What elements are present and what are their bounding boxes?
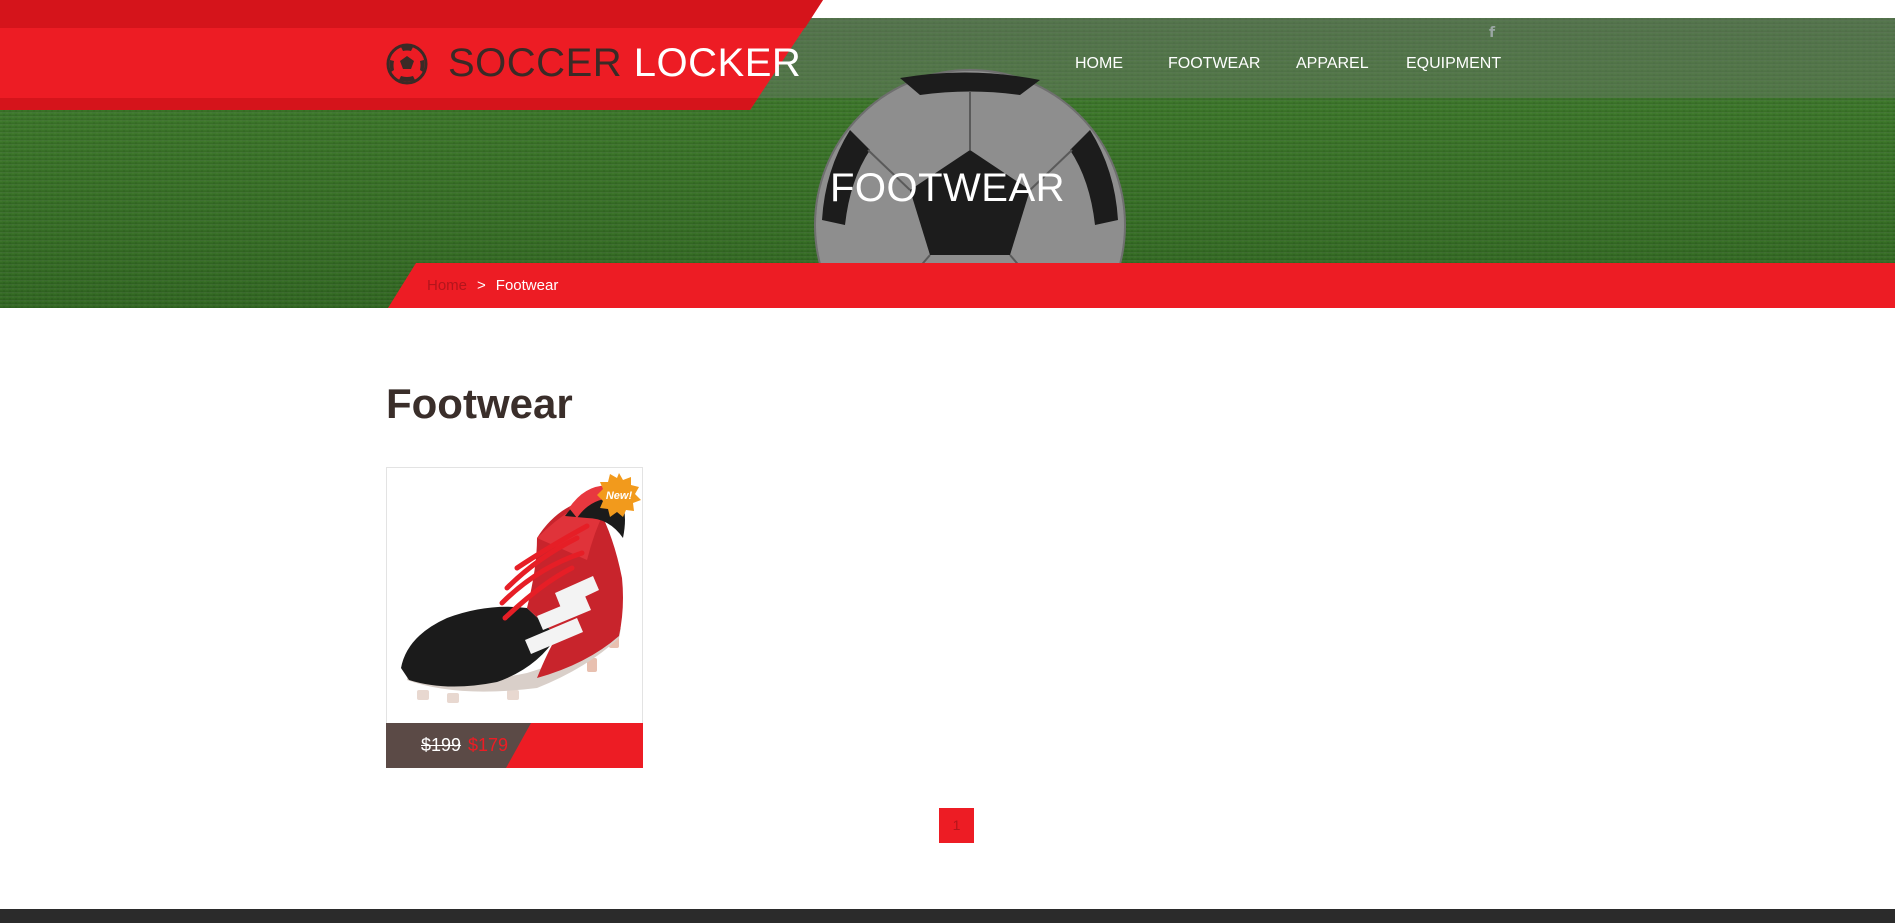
new-badge-label: New!: [606, 490, 633, 502]
logo-text-part1: SOCCER: [448, 41, 623, 85]
soccer-ball-logo-icon: [386, 43, 428, 85]
hero-title: FOOTWEAR: [829, 166, 1066, 210]
new-badge-icon: New!: [597, 473, 641, 517]
nav-equipment[interactable]: EQUIPMENT: [1406, 52, 1501, 76]
breadcrumb-bar: [388, 263, 1895, 308]
page-title: Footwear: [386, 380, 573, 427]
product-card[interactable]: New! $199 $179: [386, 467, 643, 768]
breadcrumb: Home > Footwear: [427, 276, 558, 296]
breadcrumb-current: Footwear: [495, 277, 559, 294]
site-logo[interactable]: SOCCER LOCKER: [448, 38, 801, 88]
logo-text-part2: LOCKER: [633, 41, 802, 85]
breadcrumb-separator: >: [477, 277, 486, 294]
facebook-icon[interactable]: f: [1489, 24, 1495, 42]
price-new: $179: [468, 735, 509, 755]
nav-home[interactable]: HOME: [1075, 52, 1123, 76]
breadcrumb-home-link[interactable]: Home: [427, 277, 467, 294]
hero-banner: SOCCER LOCKER f HOME FOOTWEAR APPAREL EQ…: [0, 0, 1895, 308]
footer-strip: [0, 909, 1895, 923]
nav-apparel[interactable]: APPAREL: [1296, 52, 1369, 76]
price-bar: $199 $179: [386, 723, 643, 768]
pagination-page-1[interactable]: 1: [939, 808, 974, 843]
price-old: $199: [421, 735, 462, 755]
page: SOCCER LOCKER f HOME FOOTWEAR APPAREL EQ…: [0, 0, 1895, 923]
nav-footwear[interactable]: FOOTWEAR: [1168, 52, 1260, 76]
